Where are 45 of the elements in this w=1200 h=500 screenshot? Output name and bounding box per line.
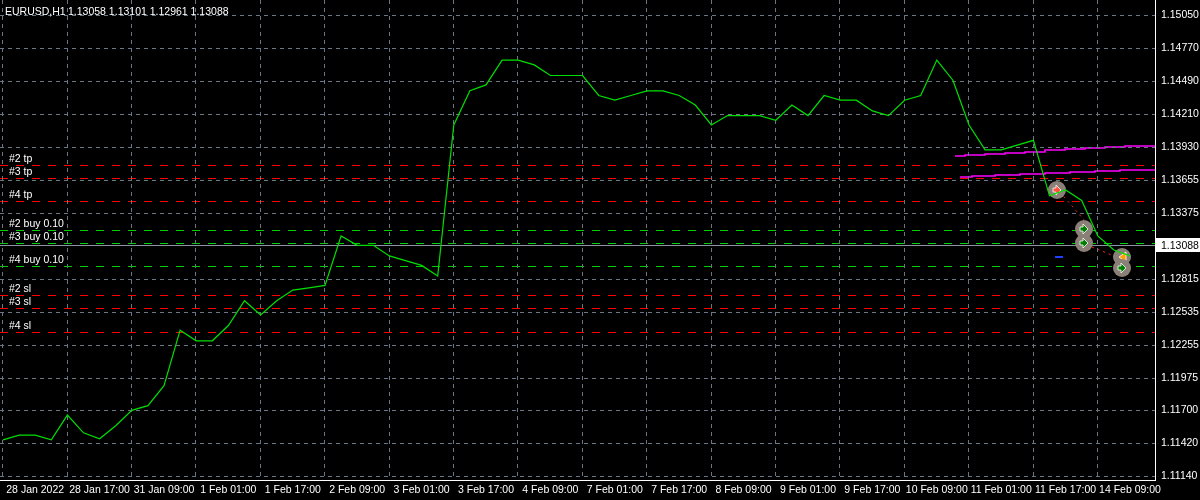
order-label: #4 buy 0.10 xyxy=(9,253,64,265)
price-axis-label: 1.13375 xyxy=(1161,206,1199,219)
price-axis-label: 1.11420 xyxy=(1161,436,1199,449)
order-label: #3 sl xyxy=(9,295,32,307)
current-price-label: 1.13088 xyxy=(1156,238,1200,252)
time-axis-label: 31 Jan 09:00 xyxy=(133,483,195,496)
order-label: #2 sl xyxy=(9,282,32,294)
price-axis-label: 1.13655 xyxy=(1161,173,1199,186)
order-label: #2 tp xyxy=(9,152,33,164)
price-axis-label: 1.15050 xyxy=(1161,8,1199,21)
price-axis-label: 1.14490 xyxy=(1161,74,1199,87)
price-mark xyxy=(1055,256,1063,258)
time-axis-label: 9 Feb 17:00 xyxy=(844,483,901,496)
order-label: #2 buy 0.10 xyxy=(9,217,64,229)
time-axis-label: 11 Feb 01:00 xyxy=(970,483,1032,496)
price-axis-label: 1.13930 xyxy=(1161,140,1199,153)
time-axis-label: 28 Jan 17:00 xyxy=(69,483,130,496)
order-label: #3 buy 0.10 xyxy=(9,230,64,242)
price-axis-label: 1.11975 xyxy=(1161,371,1199,384)
price-axis-label: 1.12255 xyxy=(1161,338,1199,351)
time-axis-label: 3 Feb 17:00 xyxy=(458,483,514,496)
time-axis-label: 1 Feb 17:00 xyxy=(264,483,321,496)
order-label: #4 tp xyxy=(9,188,33,200)
order-label: #4 sl xyxy=(9,319,32,331)
time-axis-label: 1 Feb 01:00 xyxy=(200,483,257,496)
price-axis-label: 1.11140 xyxy=(1161,469,1198,482)
quote-values: 1.13058 1.13101 1.12961 1.13088 xyxy=(68,5,229,17)
price-axis-label: 1.14770 xyxy=(1161,41,1199,54)
time-axis-label: 10 Feb 09:00 xyxy=(905,483,968,496)
price-axis-label: 1.14210 xyxy=(1161,107,1199,120)
time-axis-label: 8 Feb 09:00 xyxy=(715,483,772,496)
order-label: #3 tp xyxy=(9,165,33,177)
time-axis-label: 2 Feb 09:00 xyxy=(329,483,386,496)
time-axis-label: 4 Feb 09:00 xyxy=(522,483,579,496)
time-axis-label: 7 Feb 17:00 xyxy=(651,483,708,496)
time-axis-label: 3 Feb 01:00 xyxy=(393,483,450,496)
price-axis-label: 1.12535 xyxy=(1161,305,1199,318)
time-axis-label: 9 Feb 01:00 xyxy=(780,483,836,496)
time-axis-label: 28 Jan 2022 xyxy=(6,483,65,496)
price-axis-label: 1.12815 xyxy=(1161,272,1199,285)
time-axis-label: 14 Feb 09:00 xyxy=(1099,483,1161,496)
time-axis-label: 11 Feb 17:00 xyxy=(1035,483,1097,496)
price-axis-label: 1.11700 xyxy=(1161,403,1199,416)
time-axis-label: 7 Feb 01:00 xyxy=(586,483,643,496)
chart-title: EURUSD,H1 xyxy=(5,5,66,17)
